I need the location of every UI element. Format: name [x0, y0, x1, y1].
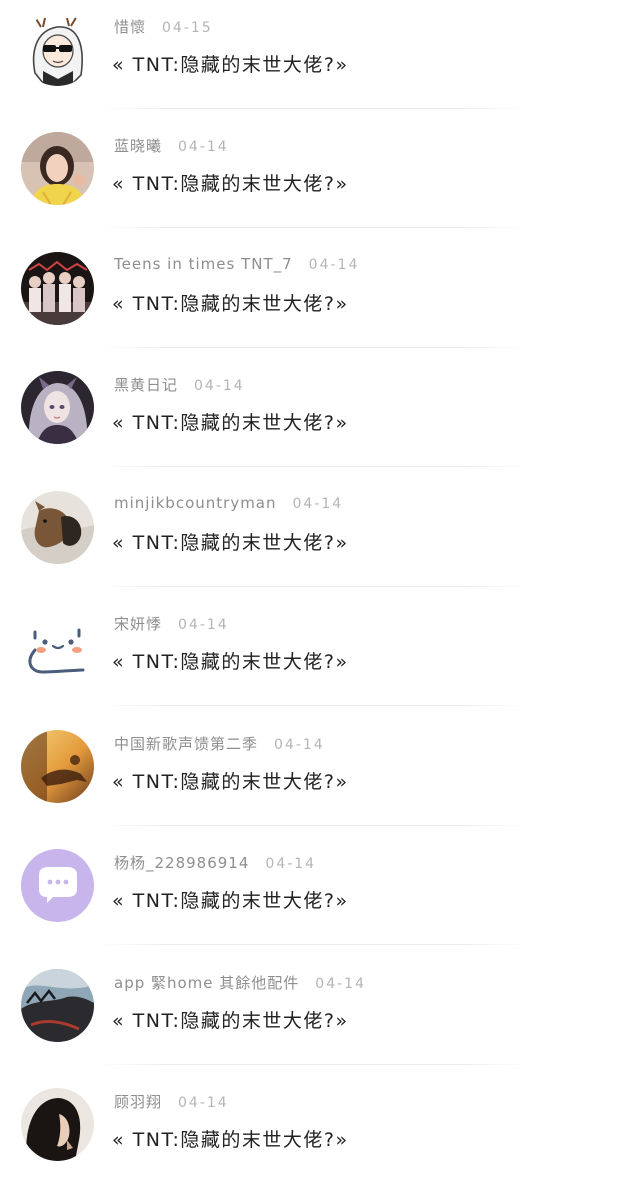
- post-title[interactable]: « TNT:隐藏的末世大佬?»: [112, 289, 349, 316]
- divider: [98, 466, 528, 467]
- post-date: 04-14: [292, 496, 344, 512]
- divider: [98, 825, 528, 826]
- post-date: 04-14: [274, 737, 325, 753]
- woman-profile-avatar-icon: [21, 1088, 94, 1161]
- username[interactable]: 顾羽翔: [114, 1093, 162, 1111]
- avatar[interactable]: [21, 1088, 94, 1161]
- post-meta: 黑黄日记 04-14: [114, 374, 245, 398]
- list-item[interactable]: 惜懷 04-15 « TNT:隐藏的末世大佬?»: [0, 0, 640, 119]
- post-meta: 顾羽翔 04-14: [114, 1091, 229, 1115]
- avatar[interactable]: [21, 849, 94, 922]
- post-date: 04-14: [178, 617, 229, 633]
- avatar[interactable]: [21, 610, 94, 683]
- post-meta: Teens in times TNT_7 04-14: [114, 255, 359, 279]
- post-meta: app 緊home 其餘他配件 04-14: [114, 972, 366, 996]
- post-date: 04-14: [178, 1095, 229, 1111]
- dark-landscape-avatar-icon: [21, 969, 94, 1042]
- list-item[interactable]: 顾羽翔 04-14 « TNT:隐藏的末世大佬?»: [0, 1075, 640, 1194]
- anime-girl-sunglasses-avatar-icon: [21, 13, 94, 86]
- post-date: 04-14: [265, 856, 317, 872]
- divider: [98, 705, 528, 706]
- post-date: 04-14: [315, 976, 366, 992]
- post-date: 04-14: [178, 139, 229, 155]
- divider: [98, 347, 528, 348]
- post-title[interactable]: « TNT:隐藏的末世大佬?»: [112, 767, 349, 794]
- avatar[interactable]: [21, 969, 94, 1042]
- post-meta: 惜懷 04-15: [114, 16, 213, 40]
- username[interactable]: app 緊home 其餘他配件: [114, 974, 299, 992]
- list-item[interactable]: app 緊home 其餘他配件 04-14 « TNT:隐藏的末世大佬?»: [0, 956, 640, 1075]
- post-date: 04-14: [308, 257, 360, 273]
- avatar[interactable]: [21, 132, 94, 205]
- post-title[interactable]: « TNT:隐藏的末世大佬?»: [112, 886, 349, 913]
- list-item[interactable]: 黑黄日记 04-14 « TNT:隐藏的末世大佬?»: [0, 358, 640, 477]
- sunset-silhouette-avatar-icon: [21, 730, 94, 803]
- username[interactable]: 惜懷: [114, 18, 146, 36]
- post-title[interactable]: « TNT:隐藏的末世大佬?»: [112, 1125, 349, 1152]
- avatar[interactable]: [21, 491, 94, 564]
- divider: [98, 1064, 528, 1065]
- list-item[interactable]: Teens in times TNT_7 04-14 « TNT:隐藏的末世大佬?…: [0, 239, 640, 358]
- post-title[interactable]: « TNT:隐藏的末世大佬?»: [112, 528, 349, 555]
- username[interactable]: 蓝晓曦: [114, 137, 162, 155]
- post-meta: minjikbcountryman 04-14: [114, 494, 343, 518]
- divider: [98, 108, 528, 109]
- cute-face-avatar-icon: [21, 610, 94, 683]
- username[interactable]: Teens in times TNT_7: [114, 255, 293, 273]
- avatar[interactable]: [21, 252, 94, 325]
- list-item[interactable]: 蓝晓曦 04-14 « TNT:隐藏的末世大佬?»: [0, 119, 640, 238]
- post-date: 04-14: [194, 378, 245, 394]
- post-title[interactable]: « TNT:隐藏的末世大佬?»: [112, 408, 349, 435]
- post-title[interactable]: « TNT:隐藏的末世大佬?»: [112, 647, 349, 674]
- username[interactable]: 宋妍悸: [114, 615, 162, 633]
- divider: [98, 944, 528, 945]
- list-item[interactable]: 中国新歌声馈第二季 04-14 « TNT:隐藏的末世大佬?»: [0, 717, 640, 836]
- username[interactable]: 中国新歌声馈第二季: [114, 735, 258, 753]
- list-item[interactable]: minjikbcountryman 04-14 « TNT:隐藏的末世大佬?»: [0, 478, 640, 597]
- post-meta: 宋妍悸 04-14: [114, 613, 229, 637]
- girl-selfie-avatar-icon: [21, 132, 94, 205]
- post-title[interactable]: « TNT:隐藏的末世大佬?»: [112, 50, 349, 77]
- divider: [98, 586, 528, 587]
- post-feed: 惜懷 04-15 « TNT:隐藏的末世大佬?» 蓝晓曦 04-14 « TNT:隐…: [0, 0, 640, 1167]
- post-title[interactable]: « TNT:隐藏的末世大佬?»: [112, 169, 349, 196]
- post-meta: 中国新歌声馈第二季 04-14: [114, 733, 325, 757]
- avatar[interactable]: [21, 371, 94, 444]
- avatar[interactable]: [21, 730, 94, 803]
- username[interactable]: 杨杨_228986914: [114, 854, 249, 872]
- cat-photo-avatar-icon: [21, 491, 94, 564]
- username[interactable]: 黑黄日记: [114, 376, 178, 394]
- username[interactable]: minjikbcountryman: [114, 494, 277, 512]
- divider: [98, 227, 528, 228]
- chat-bubble-avatar-icon: [21, 849, 94, 922]
- group-photo-avatar-icon: [21, 252, 94, 325]
- list-item[interactable]: 杨杨_228986914 04-14 « TNT:隐藏的末世大佬?»: [0, 836, 640, 955]
- post-meta: 杨杨_228986914 04-14: [114, 852, 316, 876]
- post-date: 04-15: [162, 20, 213, 36]
- post-meta: 蓝晓曦 04-14: [114, 135, 229, 159]
- avatar[interactable]: [21, 13, 94, 86]
- post-title[interactable]: « TNT:隐藏的末世大佬?»: [112, 1006, 349, 1033]
- list-item[interactable]: 宋妍悸 04-14 « TNT:隐藏的末世大佬?»: [0, 597, 640, 716]
- fantasy-girl-avatar-icon: [21, 371, 94, 444]
